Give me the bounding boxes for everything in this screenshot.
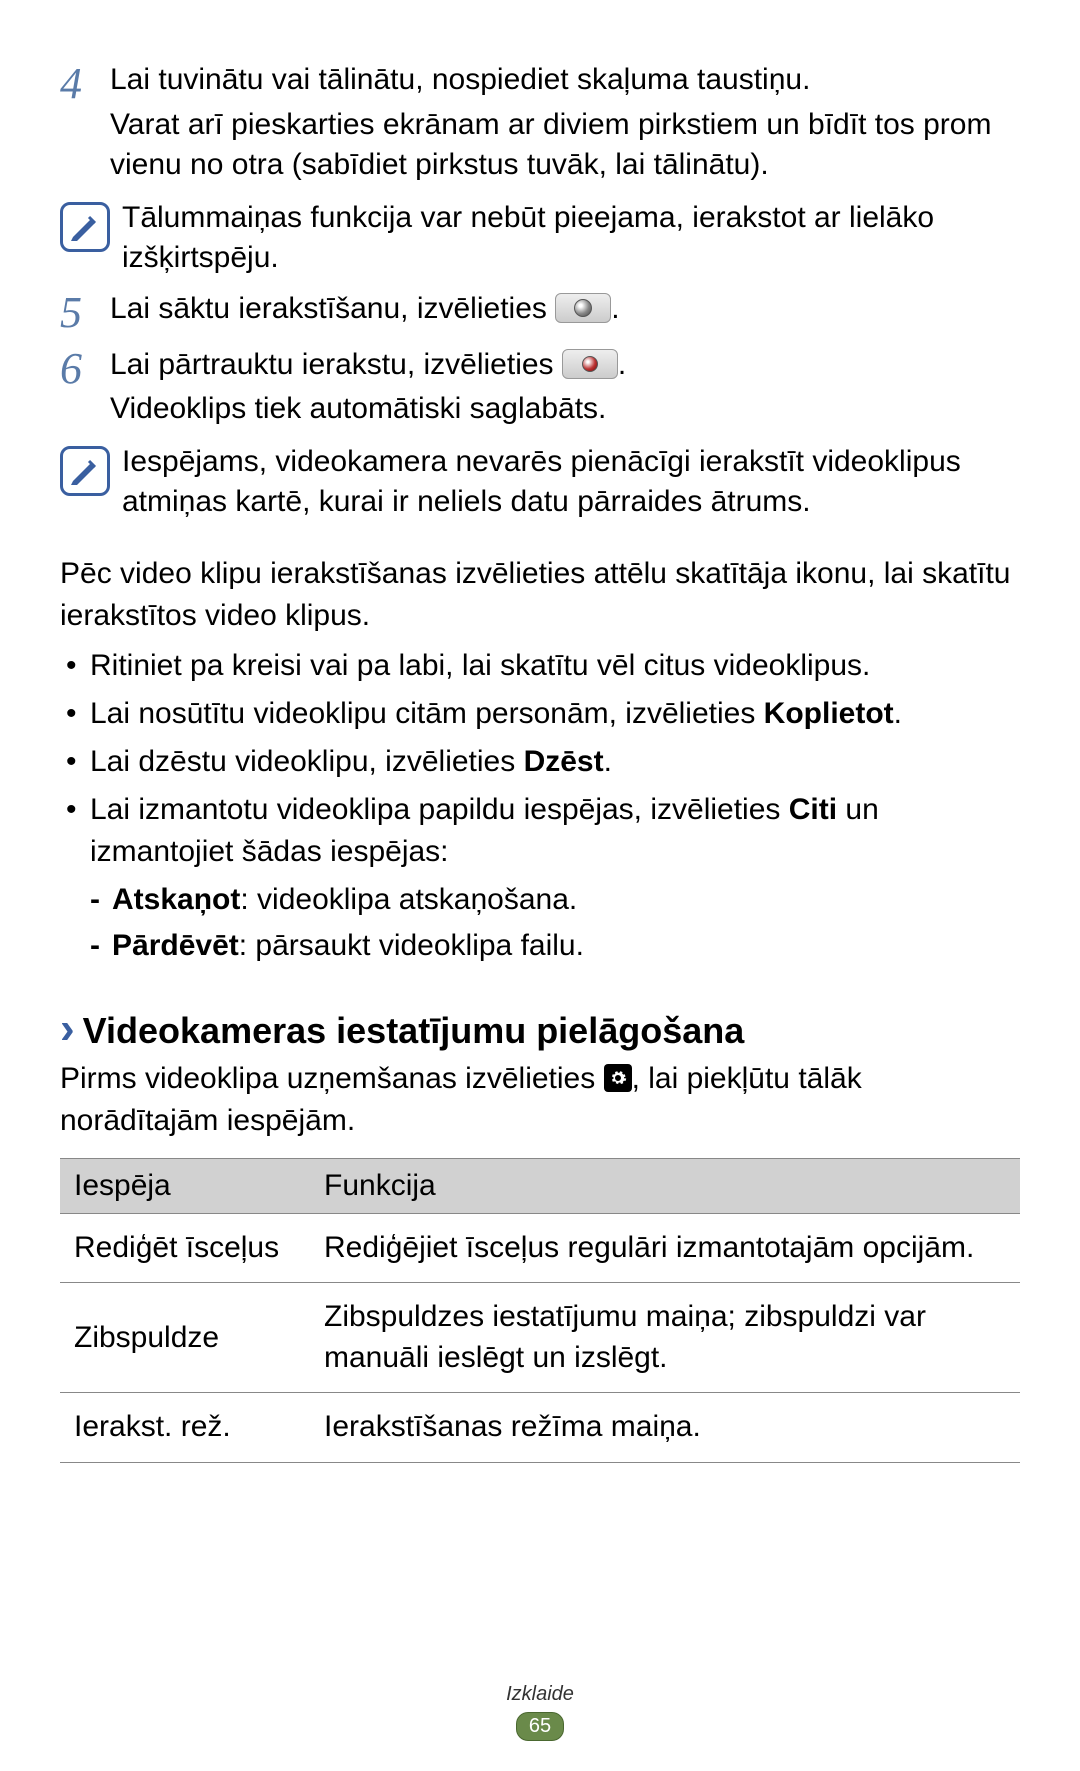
- step-body: Lai tuvinātu vai tālinātu, nospiediet sk…: [110, 60, 1020, 190]
- page-number-badge: 65: [516, 1712, 564, 1741]
- subheading-title: Videokameras iestatījumu pielāgošana: [83, 1010, 745, 1052]
- step-body: Lai pārtrauktu ierakstu, izvēlieties . V…: [110, 345, 1020, 434]
- table-row: Ierakst. rež. Ierakstīšanas režīma maiņa…: [60, 1393, 1020, 1463]
- subheading-row: › Videokameras iestatījumu pielāgošana: [60, 1007, 1020, 1052]
- sub-play: Atskaņot: videoklipa atskaņošana.: [90, 879, 1020, 921]
- step-6-line-2: Videoklips tiek automātiski saglabāts.: [110, 389, 1020, 430]
- option-description: Zibspuldzes iestatījumu maiņa; zibspuldz…: [310, 1283, 1020, 1393]
- page-footer: Izklaide 65: [0, 1683, 1080, 1741]
- note-zoom: Tālummaiņas funkcija var nebūt pieejama,…: [60, 198, 1020, 279]
- step-number: 6: [60, 345, 110, 434]
- bullet-share-post: .: [894, 697, 902, 730]
- step-5: 5 Lai sāktu ierakstīšanu, izvēlieties .: [60, 289, 1020, 337]
- sub-rename-rest: : pārsaukt videoklipa failu.: [239, 929, 584, 962]
- record-start-icon: [555, 293, 611, 323]
- options-table: Iespēja Funkcija Rediģēt īsceļus Rediģēj…: [60, 1158, 1020, 1463]
- sub-rename-bold: Pārdēvēt: [112, 929, 239, 962]
- bullet-delete-post: .: [604, 745, 612, 778]
- table-header-function: Funkcija: [310, 1158, 1020, 1213]
- bullet-more-pre: Lai izmantotu videoklipa papildu iespēja…: [90, 793, 789, 826]
- bullet-delete-pre: Lai dzēstu videoklipu, izvēlieties: [90, 745, 524, 778]
- step-5-post: .: [611, 292, 619, 325]
- chevron-icon: ›: [60, 1007, 75, 1051]
- step-6-post: .: [618, 348, 626, 381]
- note-text: Iespējams, videokamera nevarēs pienācīgi…: [122, 442, 1020, 523]
- step-5-pre: Lai sāktu ierakstīšanu, izvēlieties: [110, 292, 555, 325]
- note-memory-card: Iespējams, videokamera nevarēs pienācīgi…: [60, 442, 1020, 523]
- step-6: 6 Lai pārtrauktu ierakstu, izvēlieties .…: [60, 345, 1020, 434]
- step-body: Lai sāktu ierakstīšanu, izvēlieties .: [110, 289, 1020, 337]
- sub-play-rest: : videoklipa atskaņošana.: [240, 883, 577, 916]
- record-stop-icon: [562, 349, 618, 379]
- after-steps-text: Pēc video klipu ierakstīšanas izvēlietie…: [60, 553, 1020, 637]
- table-header-option: Iespēja: [60, 1158, 310, 1213]
- step-number: 4: [60, 60, 110, 190]
- option-name: Zibspuldze: [60, 1283, 310, 1393]
- step-4-line-2: Varat arī pieskarties ekrānam ar diviem …: [110, 105, 1020, 186]
- table-header-row: Iespēja Funkcija: [60, 1158, 1020, 1213]
- bullet-share-bold: Koplietot: [764, 697, 894, 730]
- table-row: Rediģēt īsceļus Rediģējiet īsceļus regul…: [60, 1213, 1020, 1283]
- table-row: Zibspuldze Zibspuldzes iestatījumu maiņa…: [60, 1283, 1020, 1393]
- note-text: Tālummaiņas funkcija var nebūt pieejama,…: [122, 198, 1020, 279]
- step-6-pre: Lai pārtrauktu ierakstu, izvēlieties: [110, 348, 562, 381]
- option-name: Rediģēt īsceļus: [60, 1213, 310, 1283]
- footer-section-label: Izklaide: [0, 1683, 1080, 1706]
- bullet-delete-bold: Dzēst: [524, 745, 604, 778]
- sub-intro-pre: Pirms videoklipa uzņemšanas izvēlieties: [60, 1062, 604, 1095]
- bullet-scroll: Ritiniet pa kreisi vai pa labi, lai skat…: [60, 645, 1020, 687]
- bullet-more: Lai izmantotu videoklipa papildu iespēja…: [60, 789, 1020, 967]
- settings-gear-icon: [604, 1064, 632, 1092]
- bullet-share-pre: Lai nosūtītu videoklipu citām personām, …: [90, 697, 764, 730]
- note-icon: [60, 446, 110, 496]
- option-name: Ierakst. rež.: [60, 1393, 310, 1463]
- step-4-line-1: Lai tuvinātu vai tālinātu, nospiediet sk…: [110, 60, 1020, 101]
- sub-rename: Pārdēvēt: pārsaukt videoklipa failu.: [90, 925, 1020, 967]
- step-number: 5: [60, 289, 110, 337]
- option-description: Ierakstīšanas režīma maiņa.: [310, 1393, 1020, 1463]
- sub-intro: Pirms videoklipa uzņemšanas izvēlieties …: [60, 1058, 1020, 1142]
- bullet-delete: Lai dzēstu videoklipu, izvēlieties Dzēst…: [60, 741, 1020, 783]
- bullet-more-bold: Citi: [789, 793, 837, 826]
- step-4: 4 Lai tuvinātu vai tālinātu, nospiediet …: [60, 60, 1020, 190]
- sublist: Atskaņot: videoklipa atskaņošana. Pārdēv…: [90, 879, 1020, 967]
- bullet-list: Ritiniet pa kreisi vai pa labi, lai skat…: [60, 645, 1020, 967]
- option-description: Rediģējiet īsceļus regulāri izmantotajām…: [310, 1213, 1020, 1283]
- bullet-share: Lai nosūtītu videoklipu citām personām, …: [60, 693, 1020, 735]
- note-icon: [60, 202, 110, 252]
- sub-play-bold: Atskaņot: [112, 883, 240, 916]
